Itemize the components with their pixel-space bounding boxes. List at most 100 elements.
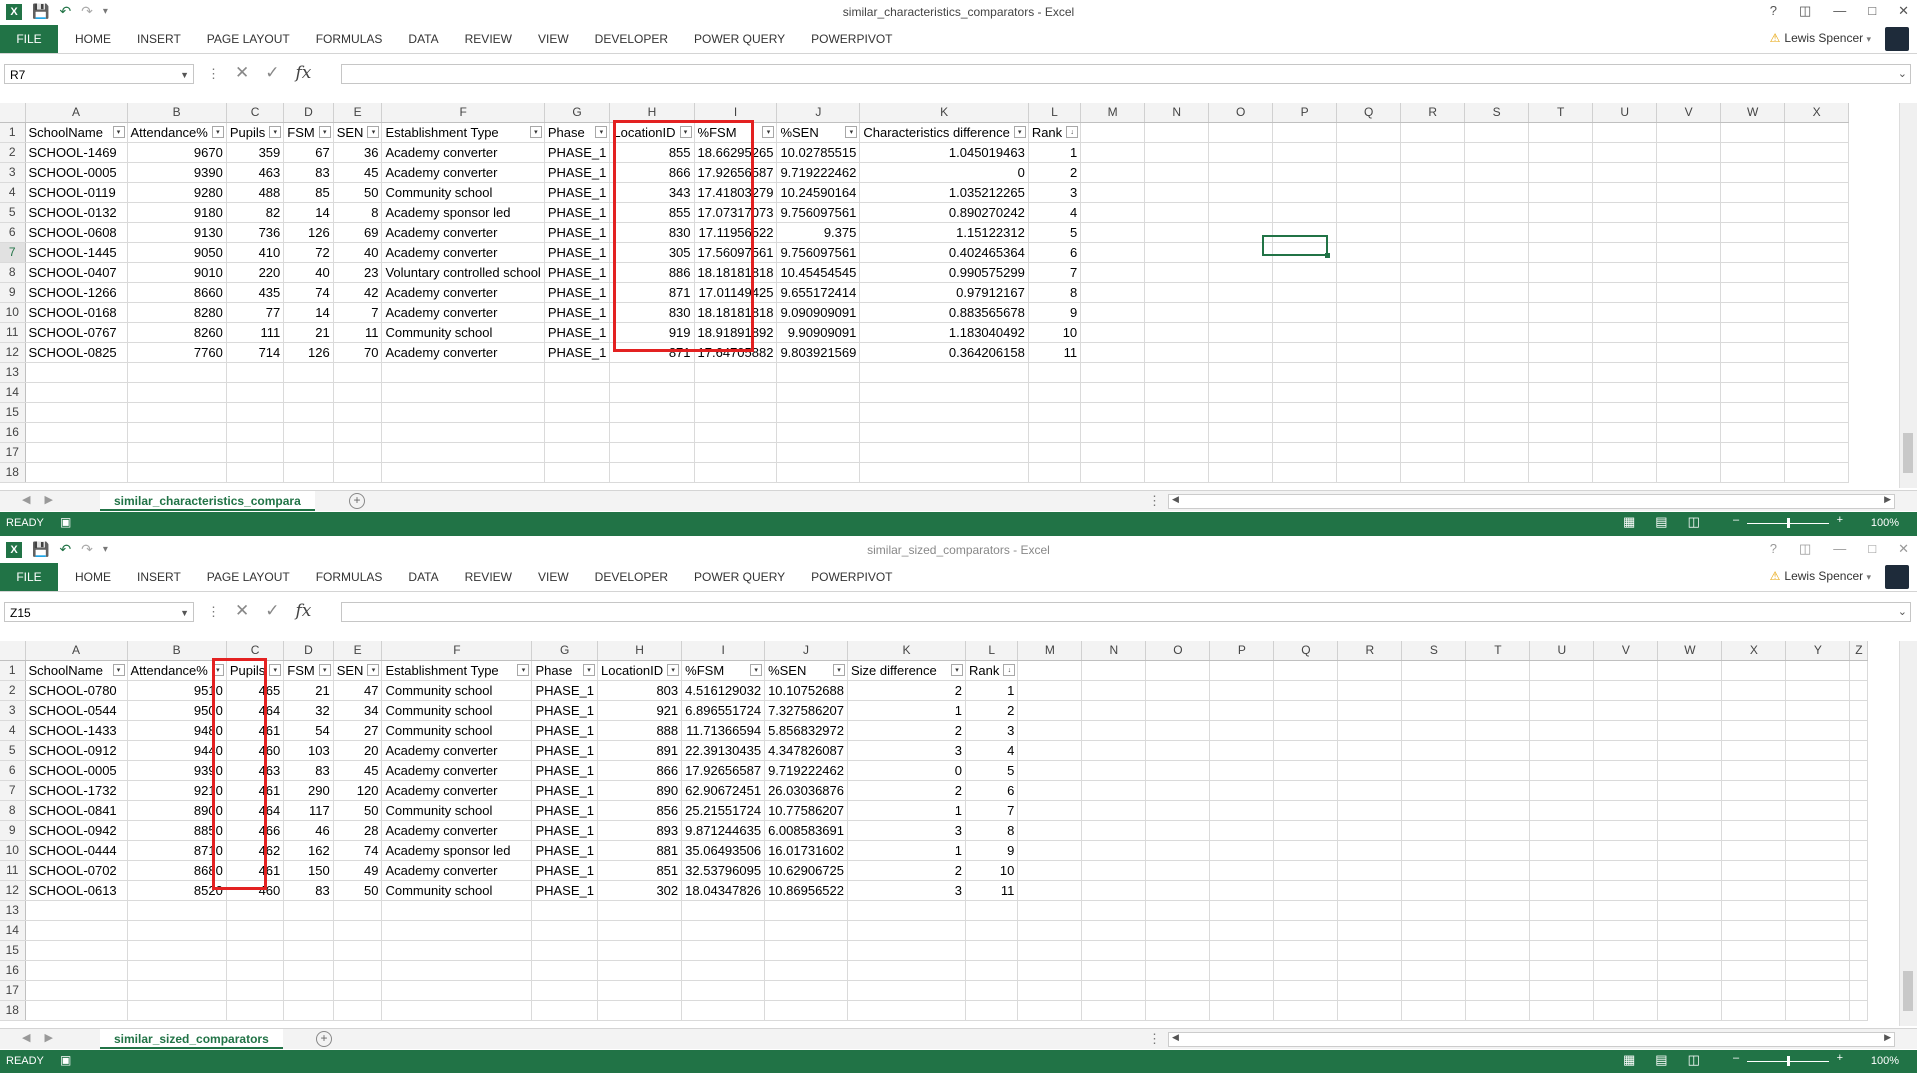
empty-cell[interactable] — [1528, 222, 1594, 243]
data-cell[interactable]: PHASE_1 — [531, 700, 598, 721]
scroll-left-icon[interactable]: ◀ — [1172, 494, 1179, 505]
empty-cell[interactable] — [1849, 720, 1869, 741]
tab-developer[interactable]: DEVELOPER — [595, 32, 668, 46]
column-title-cell[interactable]: Pupils ▾ — [226, 122, 285, 143]
column-header-x[interactable]: X — [1721, 641, 1787, 661]
data-cell[interactable]: Academy converter — [381, 282, 545, 303]
empty-cell[interactable] — [1400, 402, 1466, 423]
chevron-down-icon[interactable]: ▼ — [180, 65, 189, 85]
empty-cell[interactable] — [1592, 142, 1658, 163]
empty-cell[interactable] — [1400, 202, 1466, 223]
empty-cell[interactable] — [1464, 342, 1530, 363]
row-header[interactable]: 10 — [0, 840, 26, 861]
column-header-i[interactable]: I — [681, 641, 766, 661]
empty-cell[interactable] — [1784, 462, 1850, 483]
data-cell[interactable]: 0.97912167 — [859, 282, 1029, 303]
empty-cell[interactable] — [1592, 302, 1658, 323]
empty-cell[interactable] — [1017, 740, 1083, 761]
empty-cell[interactable] — [1720, 362, 1786, 383]
empty-cell[interactable] — [1145, 960, 1211, 981]
empty-cell[interactable] — [1273, 860, 1339, 881]
empty-cell[interactable] — [1529, 740, 1595, 761]
empty-cell[interactable] — [1145, 680, 1211, 701]
empty-cell[interactable] — [381, 960, 533, 981]
empty-cell[interactable] — [283, 422, 334, 443]
data-cell[interactable]: 7 — [965, 800, 1019, 821]
empty-cell[interactable] — [1593, 680, 1659, 701]
empty-cell[interactable] — [1336, 362, 1402, 383]
data-cell[interactable]: 410 — [226, 242, 285, 263]
empty-cell[interactable] — [1144, 282, 1210, 303]
empty-cell[interactable] — [1144, 342, 1210, 363]
row-header[interactable]: 9 — [0, 820, 26, 841]
row-header[interactable]: 7 — [0, 242, 26, 263]
data-cell[interactable]: 50 — [333, 800, 383, 821]
data-cell[interactable]: 70 — [333, 342, 383, 363]
empty-cell[interactable] — [1145, 920, 1211, 941]
data-cell[interactable]: 359 — [226, 142, 285, 163]
macro-record-icon[interactable]: ▣ — [60, 515, 71, 529]
filter-dropdown-icon[interactable]: ▾ — [517, 664, 530, 676]
row-header[interactable]: 1 — [0, 660, 26, 681]
row-header[interactable]: 13 — [0, 362, 26, 383]
data-cell[interactable]: 83 — [283, 162, 334, 183]
column-title-cell[interactable]: %FSM ▾ — [681, 660, 766, 681]
empty-cell[interactable] — [1785, 680, 1851, 701]
vertical-scrollbar[interactable] — [1899, 103, 1917, 488]
data-cell[interactable]: PHASE_1 — [531, 780, 598, 801]
sheet-nav-arrows[interactable]: ◀▶ — [22, 493, 67, 506]
row-header[interactable]: 16 — [0, 960, 26, 981]
row-header[interactable]: 3 — [0, 162, 26, 183]
empty-cell[interactable] — [1144, 182, 1210, 203]
empty-cell[interactable] — [694, 422, 778, 443]
empty-cell[interactable] — [1721, 840, 1787, 861]
empty-cell[interactable] — [694, 382, 778, 403]
empty-cell[interactable] — [1528, 302, 1594, 323]
empty-cell[interactable] — [776, 422, 861, 443]
column-header-o[interactable]: O — [1145, 641, 1211, 661]
data-cell[interactable]: 7760 — [127, 342, 227, 363]
empty-cell[interactable] — [694, 462, 778, 483]
data-cell[interactable]: PHASE_1 — [531, 680, 598, 701]
data-cell[interactable]: 36 — [333, 142, 383, 163]
data-cell[interactable]: 488 — [226, 182, 285, 203]
empty-cell[interactable] — [1656, 262, 1722, 283]
empty-cell[interactable] — [1593, 740, 1659, 761]
empty-cell[interactable] — [1529, 680, 1595, 701]
empty-cell[interactable] — [1144, 262, 1210, 283]
empty-cell[interactable] — [381, 980, 533, 1001]
empty-cell[interactable] — [1720, 322, 1786, 343]
empty-cell[interactable] — [1209, 700, 1275, 721]
empty-cell[interactable] — [1209, 680, 1275, 701]
file-tab[interactable]: FILE — [0, 563, 58, 591]
empty-cell[interactable] — [1017, 700, 1083, 721]
empty-cell[interactable] — [1464, 442, 1530, 463]
empty-cell[interactable] — [1401, 740, 1467, 761]
maximize-icon[interactable]: □ — [1868, 3, 1876, 19]
empty-cell[interactable] — [1592, 382, 1658, 403]
page-break-view-icon[interactable]: ◫ — [1688, 514, 1700, 530]
empty-cell[interactable] — [1720, 342, 1786, 363]
empty-cell[interactable] — [1272, 262, 1338, 283]
empty-cell[interactable] — [1208, 282, 1274, 303]
empty-cell[interactable] — [1401, 780, 1467, 801]
data-cell[interactable]: Academy converter — [381, 820, 533, 841]
empty-cell[interactable] — [1465, 780, 1531, 801]
data-cell[interactable]: 22.39130435 — [681, 740, 766, 761]
data-cell[interactable]: 85 — [283, 182, 334, 203]
empty-cell[interactable] — [1336, 182, 1402, 203]
data-cell[interactable]: Community school — [381, 880, 533, 901]
empty-cell[interactable] — [1721, 660, 1787, 681]
empty-cell[interactable] — [1464, 162, 1530, 183]
row-header[interactable]: 18 — [0, 462, 26, 483]
empty-cell[interactable] — [1273, 920, 1339, 941]
empty-cell[interactable] — [1657, 840, 1723, 861]
empty-cell[interactable] — [1400, 442, 1466, 463]
empty-cell[interactable] — [1849, 960, 1869, 981]
data-cell[interactable]: 1.045019463 — [859, 142, 1029, 163]
column-header-g[interactable]: G — [531, 641, 598, 661]
empty-cell[interactable] — [1273, 660, 1339, 681]
data-cell[interactable]: PHASE_1 — [544, 162, 611, 183]
empty-cell[interactable] — [381, 442, 545, 463]
empty-cell[interactable] — [1272, 142, 1338, 163]
